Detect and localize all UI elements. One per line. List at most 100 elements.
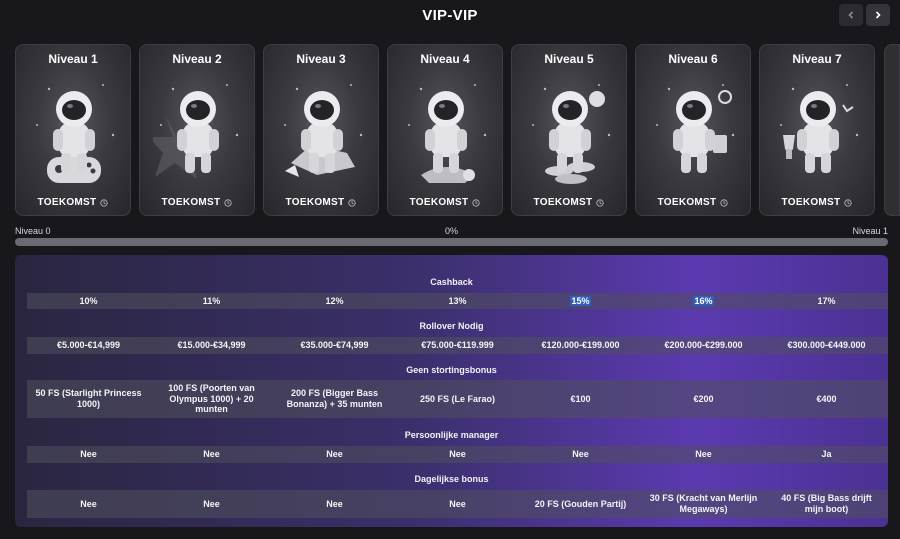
astronaut-illustration: [780, 84, 859, 173]
level-card-status: TOEKOMST: [16, 197, 130, 208]
table-cell: 17%: [817, 295, 836, 306]
level-card-status: TOEKOMST: [760, 197, 874, 208]
astronaut-illustration: [36, 84, 115, 183]
clock-icon: [348, 198, 357, 207]
astronaut-illustration: [284, 84, 363, 177]
table-cell: €15.000-€34,999: [177, 340, 246, 351]
clock-icon: [596, 198, 605, 207]
table-cell: 200 FS (Bigger Bass Bonanza) + 35 munten: [286, 388, 383, 409]
clock-icon: [100, 198, 109, 207]
table-cell: €35.000-€74,999: [300, 340, 369, 351]
table-row: 50 FS (Starlight Princess 1000) 100 FS (P…: [27, 380, 888, 418]
status-label: TOEKOMST: [409, 197, 469, 208]
level-card[interactable]: Niveau 7 TOEKOMST: [759, 44, 875, 216]
level-card-title: Niveau 3: [296, 52, 346, 66]
clock-icon: [720, 198, 729, 207]
progress-percent-label: 0%: [444, 226, 458, 236]
status-label: TOEKOMST: [285, 197, 345, 208]
section-title: Dagelijkse bonus: [414, 474, 489, 484]
level-card[interactable]: Niveau 6 TOEKOMST: [635, 44, 751, 216]
level-card[interactable]: Niveau 1 TOEKOMST: [15, 44, 131, 216]
table-cell: 15%: [519, 293, 642, 309]
table-cell: Nee: [695, 449, 712, 460]
level-card-status: TOEKOMST: [636, 197, 750, 208]
level-card[interactable]: Niveau 2 TOEKOMST: [139, 44, 255, 216]
status-label: TOEKOMST: [161, 197, 221, 208]
table-cell: €120.000-€199.000: [541, 340, 620, 351]
table-cell: 30 FS (Kracht van Merlijn Megaways): [649, 493, 758, 514]
table-row: Nee Nee Nee Nee Nee Nee Ja: [27, 446, 888, 463]
next-level-card-peek[interactable]: [884, 44, 900, 216]
table-cell: €200: [693, 393, 714, 404]
progress-track: [15, 238, 888, 246]
section-title: Persoonlijke manager: [404, 430, 499, 440]
level-card-status: TOEKOMST: [140, 197, 254, 208]
table-row: 10% 11% 12% 13% 15% 16% 17%: [27, 293, 888, 309]
level-carousel[interactable]: Niveau 1 TOEKOMST Niveau 2 TOEKOMST Niveau 3…: [15, 44, 900, 216]
chevron-left-icon: [848, 11, 854, 19]
clock-icon: [844, 198, 853, 207]
header: VIP-VIP: [0, 0, 900, 34]
table-cell: €100: [570, 393, 591, 404]
astronaut-illustration: [656, 84, 735, 173]
clock-icon: [224, 198, 233, 207]
astronaut-illustration: [408, 84, 487, 183]
table-cell: 50 FS (Starlight Princess 1000): [35, 388, 142, 409]
table-cell: 40 FS (Big Bass drijft mijn boot): [781, 493, 872, 514]
table-cell: Nee: [203, 498, 220, 509]
level-card-title: Niveau 7: [792, 52, 842, 66]
level-card-title: Niveau 2: [172, 52, 222, 66]
level-card-title: Niveau 4: [420, 52, 470, 66]
table-cell: 20 FS (Gouden Partij): [534, 498, 627, 509]
table-cell: €300.000-€449.000: [787, 340, 866, 351]
table-cell: Nee: [203, 449, 220, 460]
table-cell: €75.000-€119.999: [421, 340, 494, 351]
table-cell: Nee: [572, 449, 589, 460]
table-cell: 12%: [325, 295, 344, 306]
astronaut-illustration: [532, 84, 611, 184]
table-cell: Nee: [80, 449, 97, 460]
level-card-status: TOEKOMST: [388, 197, 502, 208]
level-card-status: TOEKOMST: [512, 197, 626, 208]
table-cell: Nee: [449, 498, 466, 509]
level-card-title: Niveau 1: [48, 52, 98, 66]
status-label: TOEKOMST: [533, 197, 593, 208]
table-cell: 13%: [448, 295, 467, 306]
section-title: Rollover Nodig: [419, 321, 484, 331]
table-cell: 10%: [79, 295, 98, 306]
page-title: VIP-VIP: [422, 7, 478, 24]
status-label: TOEKOMST: [657, 197, 717, 208]
table-cell: Ja: [821, 449, 832, 460]
level-card[interactable]: Niveau 5 TOEKOMST: [511, 44, 627, 216]
level-card[interactable]: Niveau 3 TOEKOMST: [263, 44, 379, 216]
next-button[interactable]: [866, 4, 890, 26]
table-cell: Nee: [449, 449, 466, 460]
table-cell: 250 FS (Le Farao): [419, 393, 496, 404]
vip-benefits-table: Cashback 10% 11% 12% 13% 15% 16% 17% Rollover No…: [15, 255, 888, 527]
astronaut-illustration: [153, 84, 239, 179]
table-cell: €200.000-€299.000: [664, 340, 743, 351]
level-card[interactable]: Niveau 4 TOEKOMST: [387, 44, 503, 216]
table-row: €5.000-€14,999 €15.000-€34,999 €35.000-€74…: [27, 337, 888, 354]
table-cell: €400: [816, 393, 837, 404]
level-card-status: TOEKOMST: [264, 197, 378, 208]
level-card-title: Niveau 6: [668, 52, 718, 66]
table-cell: 100 FS (Poorten van Olympus 1000) + 20 m…: [168, 382, 255, 415]
table-cell: Nee: [326, 449, 343, 460]
table-cell: 16%: [642, 293, 765, 309]
highlighted-value: 16%: [693, 295, 714, 307]
clock-icon: [472, 198, 481, 207]
progress-end-label: Niveau 1: [852, 226, 888, 236]
table-cell: 11%: [202, 295, 221, 306]
section-title: Cashback: [430, 277, 473, 287]
table-cell: €5.000-€14,999: [56, 340, 121, 351]
level-progress: Niveau 0 0% Niveau 1: [15, 226, 888, 248]
highlighted-value: 15%: [570, 295, 591, 307]
prev-button[interactable]: [839, 4, 863, 26]
level-card-title: Niveau 5: [544, 52, 594, 66]
status-label: TOEKOMST: [781, 197, 841, 208]
status-label: TOEKOMST: [37, 197, 97, 208]
section-title: Geen stortingsbonus: [406, 365, 497, 375]
table-cell: Nee: [326, 498, 343, 509]
chevron-right-icon: [875, 11, 881, 19]
